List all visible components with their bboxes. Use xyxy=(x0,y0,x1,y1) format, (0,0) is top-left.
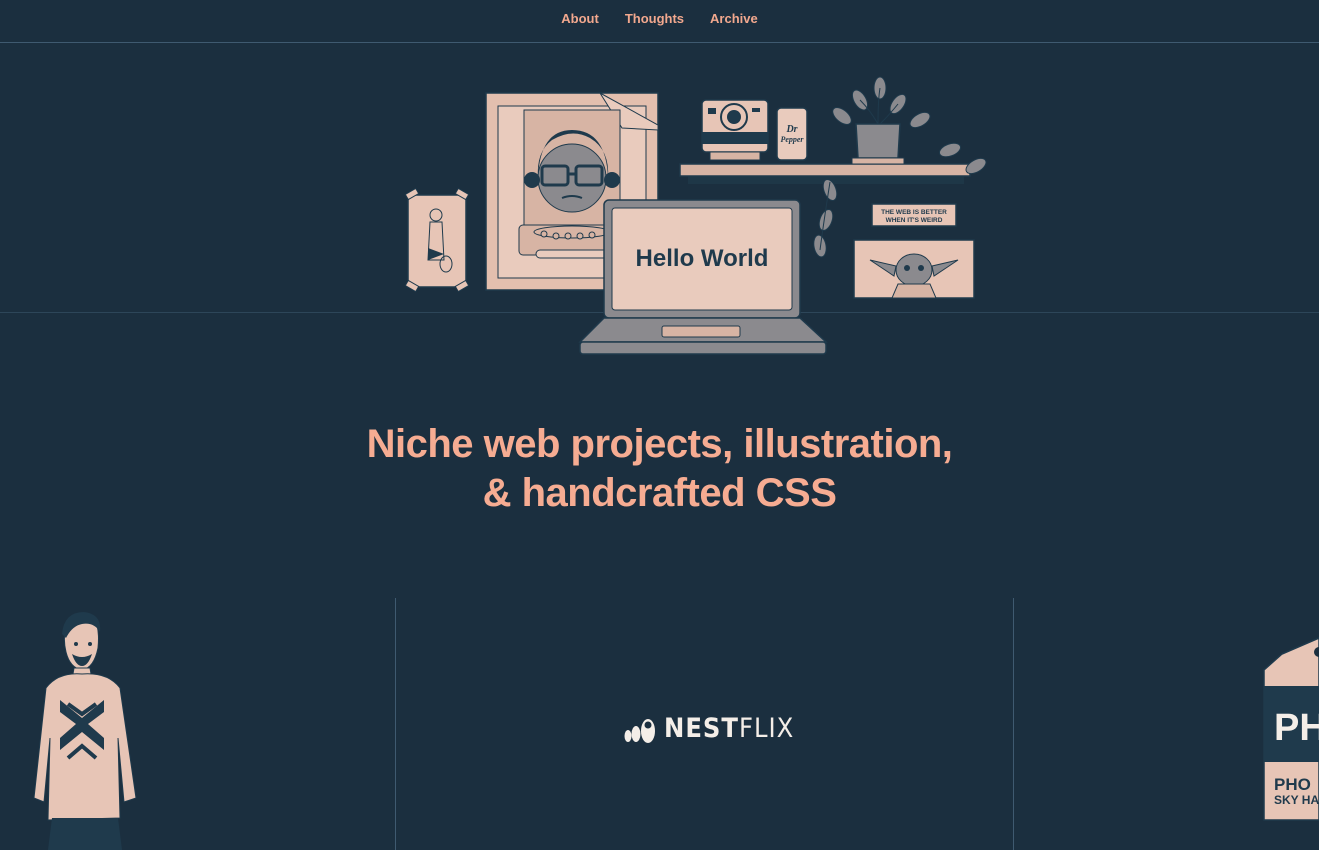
person-sweater-illustration[interactable] xyxy=(28,608,148,850)
page-headline: Niche web projects, illustration, & hand… xyxy=(0,420,1319,518)
top-navigation: About Thoughts Archive xyxy=(0,0,1319,43)
svg-text:PHO: PHO xyxy=(1274,775,1311,794)
svg-text:SKY HA: SKY HA xyxy=(1274,793,1319,807)
svg-text:PH: PH xyxy=(1274,707,1319,749)
laptop: Hello World xyxy=(578,199,828,355)
headline-line-1: Niche web projects, illustration, xyxy=(366,422,953,466)
column-divider-right xyxy=(1013,598,1014,850)
nav-archive-link[interactable]: Archive xyxy=(710,11,758,26)
svg-text:WHEN IT'S WEIRD: WHEN IT'S WEIRD xyxy=(886,217,943,224)
baby-yoda-poster xyxy=(853,239,975,299)
column-divider-left xyxy=(395,598,396,850)
nav-thoughts-link[interactable]: Thoughts xyxy=(625,11,684,26)
nesting-dolls-icon xyxy=(624,718,655,743)
soda-can: Dr Pepper xyxy=(776,107,808,161)
svg-text:THE WEB IS BETTER: THE WEB IS BETTER xyxy=(881,209,947,216)
luggage-tag-illustration[interactable]: PH PHO SKY HA xyxy=(1262,636,1319,822)
polaroid-camera xyxy=(701,99,769,161)
desk-illustration: Dr Pepper THE WEB IS BETTER WHEN IT'S WE… xyxy=(404,76,987,355)
nestflix-wordmark: NESTFLIX xyxy=(664,713,795,744)
svg-text:Dr: Dr xyxy=(785,124,797,135)
dog-poster xyxy=(404,187,470,293)
svg-text:Pepper: Pepper xyxy=(780,135,804,144)
weird-web-sign: THE WEB IS BETTER WHEN IT'S WEIRD xyxy=(871,203,957,227)
nav-about-link[interactable]: About xyxy=(561,11,599,26)
headline-line-2: & handcrafted CSS xyxy=(482,471,837,515)
nestflix-logo[interactable]: NESTFLIX xyxy=(624,713,794,744)
svg-text:Hello World: Hello World xyxy=(636,245,769,272)
